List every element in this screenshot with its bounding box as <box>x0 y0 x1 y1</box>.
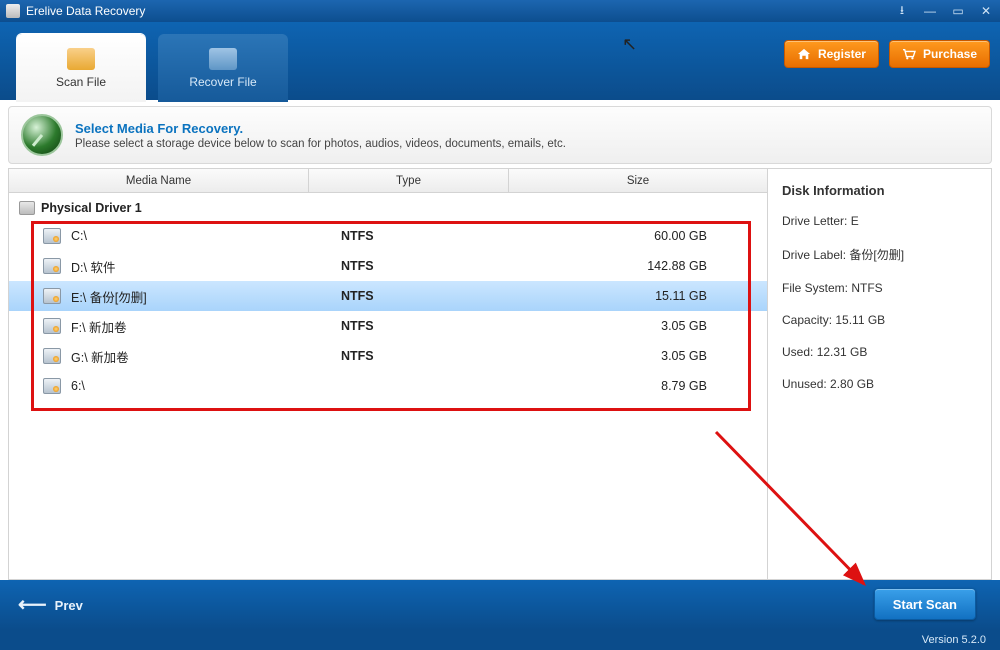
info-subtext: Please select a storage device below to … <box>75 138 566 150</box>
drive-name: 6:\ <box>71 379 341 393</box>
cart-icon <box>902 48 916 60</box>
tab-recover-label: Recover File <box>189 75 256 89</box>
tab-scan-label: Scan File <box>56 75 106 89</box>
disk-info-capacity: Capacity: 15.11 GB <box>782 313 977 327</box>
volume-icon <box>43 378 61 394</box>
disk-info-title: Disk Information <box>782 183 977 198</box>
physical-drive-icon <box>19 201 35 215</box>
volume-icon <box>43 288 61 304</box>
col-media-name[interactable]: Media Name <box>9 169 309 192</box>
drive-group[interactable]: Physical Driver 1 <box>9 195 767 221</box>
version-text: Version 5.2.0 <box>922 634 986 646</box>
column-header: Media Name Type Size <box>9 169 767 193</box>
drive-list-panel: Media Name Type Size Physical Driver 1 C… <box>8 168 767 580</box>
scan-file-icon <box>67 48 95 70</box>
drive-type: NTFS <box>341 319 541 333</box>
drive-type: NTFS <box>341 229 541 243</box>
drive-size: 3.05 GB <box>541 319 767 333</box>
disk-info-unused: Unused: 2.80 GB <box>782 377 977 391</box>
drive-name: D:\ 软件 <box>71 257 341 276</box>
drive-row[interactable]: E:\ 备份[勿删]NTFS15.11 GB <box>9 281 767 311</box>
purchase-button[interactable]: Purchase <box>889 40 990 68</box>
drive-size: 3.05 GB <box>541 349 767 363</box>
volume-icon <box>43 228 61 244</box>
tab-recover-file[interactable]: Recover File <box>158 34 288 102</box>
version-bar: Version 5.2.0 <box>0 630 1000 650</box>
register-button[interactable]: Register <box>784 40 879 68</box>
start-scan-button[interactable]: Start Scan <box>874 588 976 620</box>
drive-size: 60.00 GB <box>541 229 767 243</box>
drive-list: Physical Driver 1 C:\NTFS60.00 GBD:\ 软件N… <box>9 193 767 579</box>
drive-row[interactable]: D:\ 软件NTFS142.88 GB <box>9 251 767 281</box>
drive-type: NTFS <box>341 289 541 303</box>
disk-info-drive-letter: Drive Letter: E <box>782 214 977 228</box>
disk-info-used: Used: 12.31 GB <box>782 345 977 359</box>
drive-row[interactable]: F:\ 新加卷NTFS3.05 GB <box>9 311 767 341</box>
purchase-label: Purchase <box>923 47 977 61</box>
app-icon <box>6 4 20 18</box>
volume-icon <box>43 318 61 334</box>
drive-name: F:\ 新加卷 <box>71 317 341 336</box>
drive-row[interactable]: G:\ 新加卷NTFS3.05 GB <box>9 341 767 371</box>
recover-file-icon <box>209 48 237 70</box>
radar-icon <box>21 114 63 156</box>
volume-icon <box>43 258 61 274</box>
app-title: Erelive Data Recovery <box>26 4 145 18</box>
maximize-button[interactable]: ▭ <box>944 0 972 22</box>
info-heading: Select Media For Recovery. <box>75 121 566 136</box>
footer: ⟵ Prev Start Scan <box>0 580 1000 630</box>
drive-size: 8.79 GB <box>541 379 767 393</box>
drive-group-label: Physical Driver 1 <box>41 201 142 215</box>
download-button[interactable]: ⭳ <box>888 0 916 22</box>
prev-button[interactable]: ⟵ Prev <box>18 598 83 613</box>
titlebar: Erelive Data Recovery ⭳ — ▭ ✕ <box>0 0 1000 22</box>
col-type[interactable]: Type <box>309 169 509 192</box>
disk-info-panel: Disk Information Drive Letter: E Drive L… <box>767 168 992 580</box>
tab-scan-file[interactable]: Scan File <box>16 34 146 102</box>
info-bar: Select Media For Recovery. Please select… <box>8 106 992 164</box>
col-size[interactable]: Size <box>509 169 767 192</box>
prev-label: Prev <box>55 598 83 613</box>
volume-icon <box>43 348 61 364</box>
close-button[interactable]: ✕ <box>972 0 1000 22</box>
house-icon <box>797 48 811 60</box>
drive-name: G:\ 新加卷 <box>71 347 341 366</box>
drive-size: 15.11 GB <box>541 289 767 303</box>
drive-row[interactable]: 6:\ 8.79 GB <box>9 371 767 401</box>
drive-row[interactable]: C:\NTFS60.00 GB <box>9 221 767 251</box>
drive-size: 142.88 GB <box>541 259 767 273</box>
register-label: Register <box>818 47 866 61</box>
disk-info-drive-label: Drive Label: 备份[勿删] <box>782 246 977 263</box>
drive-type: NTFS <box>341 259 541 273</box>
drive-type: NTFS <box>341 349 541 363</box>
drive-name: E:\ 备份[勿删] <box>71 287 341 306</box>
start-scan-label: Start Scan <box>893 597 957 612</box>
minimize-button[interactable]: — <box>916 0 944 22</box>
header: Scan File Recover File Register Purchase <box>0 22 1000 100</box>
disk-info-filesystem: File System: NTFS <box>782 281 977 295</box>
drive-name: C:\ <box>71 229 341 243</box>
